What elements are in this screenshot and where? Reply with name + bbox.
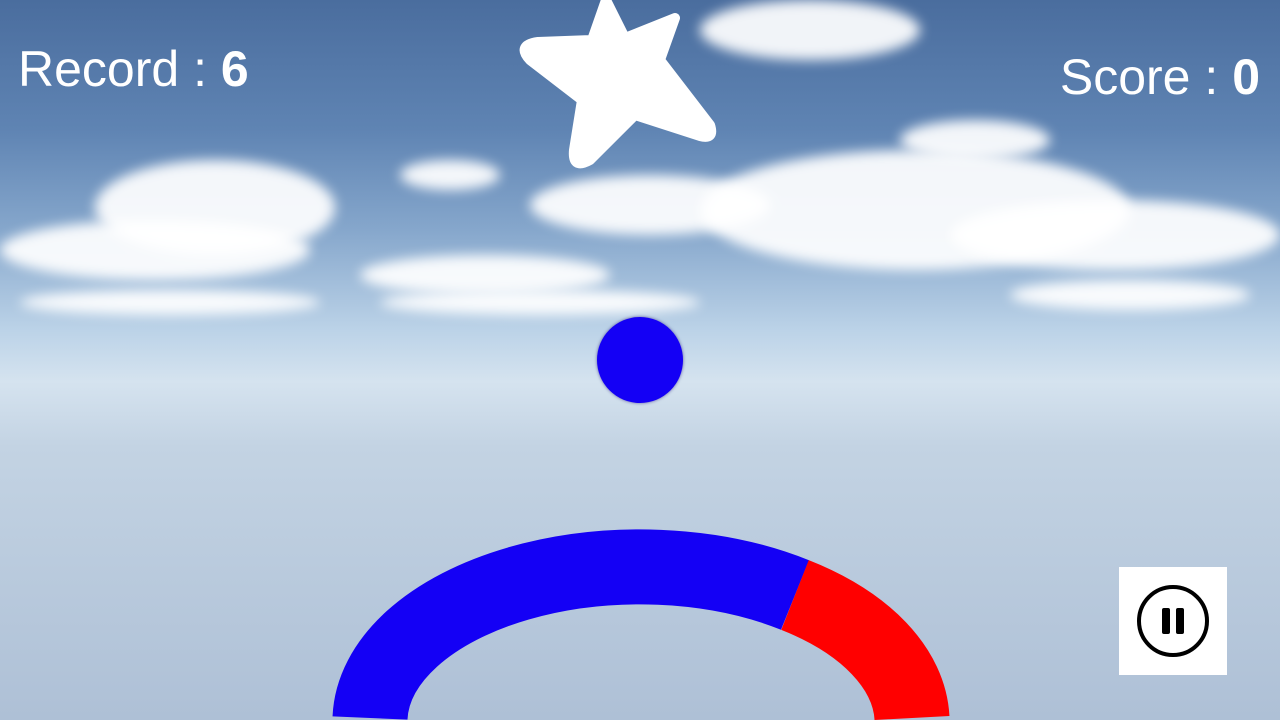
record-display: Record : 6 [18, 44, 249, 94]
pause-icon [1137, 585, 1209, 657]
pause-button[interactable] [1119, 567, 1227, 675]
score-label: Score : [1059, 49, 1219, 105]
ring-segment-red [780, 560, 950, 720]
game-scene [0, 0, 1280, 720]
score-value: 0 [1232, 49, 1260, 105]
ring-segment-blue [332, 529, 809, 720]
record-value: 6 [220, 41, 249, 97]
score-display: Score : 0 [1060, 52, 1260, 102]
player-ball [597, 317, 683, 403]
record-label: Record : [18, 41, 207, 97]
